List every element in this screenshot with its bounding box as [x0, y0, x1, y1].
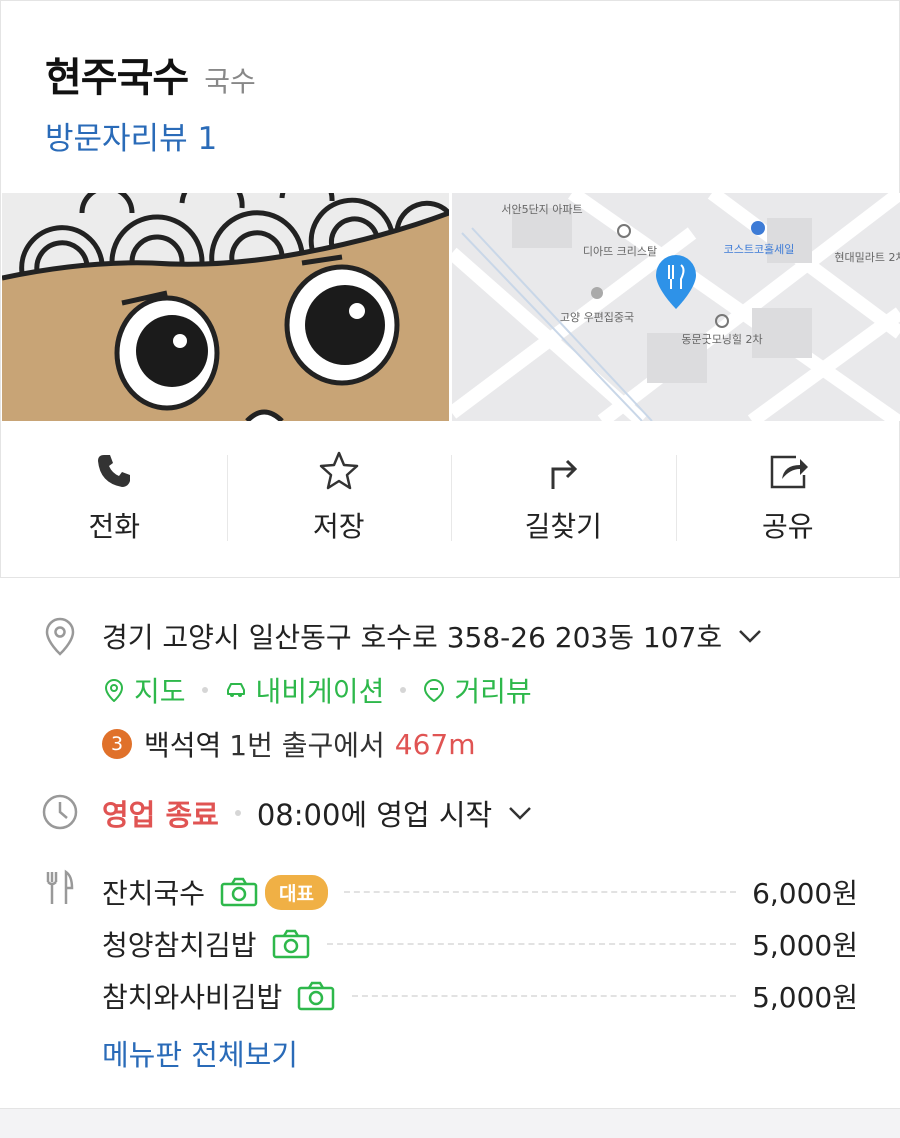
- subway-line-badge: 3: [102, 729, 132, 759]
- menu-name: 참치와사비김밥: [102, 981, 283, 1014]
- place-photo[interactable]: [2, 193, 449, 421]
- navigation-link-label: 내비게이션: [255, 675, 385, 708]
- menu-name: 잔치국수: [102, 877, 206, 910]
- location-pin-icon: [45, 617, 75, 656]
- menu-list: 잔치국수 대표 6,000원 청양참치김밥 5,000원 참치와사비김밥 5,0…: [102, 866, 858, 1022]
- utensils-icon: [46, 869, 74, 904]
- map-label: 코스트코홀세일: [724, 242, 795, 256]
- location-links: 지도 내비게이션 거리뷰: [102, 670, 532, 710]
- street-view-icon: [424, 678, 445, 702]
- dotted-leader: [326, 943, 737, 945]
- save-label: 저장: [312, 510, 365, 543]
- view-full-menu-link[interactable]: 메뉴판 전체보기: [102, 1032, 298, 1074]
- place-card: 현주국수 국수 방문자리뷰 1 서안5단지 아파트 디아뜨 크리스탈 코스트코홀…: [0, 0, 900, 578]
- map-label: 동문굿모닝힐 2차: [681, 333, 762, 346]
- station-exit: 1번 출구에서: [229, 729, 385, 762]
- photo-illustration: [2, 193, 449, 421]
- address-text: 경기 고양시 일산동구 호수로 358-26 203동 107호: [102, 621, 723, 654]
- pin-icon: [104, 678, 124, 702]
- map-label: 현대밀라트 2차: [834, 251, 900, 264]
- directions-icon: [551, 459, 578, 489]
- signature-badge: 대표: [265, 874, 329, 910]
- call-label: 전화: [88, 510, 141, 543]
- menu-item[interactable]: 잔치국수 대표 6,000원: [102, 866, 858, 918]
- map-link-label: 지도: [134, 675, 186, 708]
- phone-icon: [98, 455, 131, 487]
- share-label: 공유: [761, 510, 814, 543]
- camera-icon: [272, 929, 309, 959]
- bottom-divider: [0, 1108, 900, 1138]
- call-button[interactable]: 전화: [2, 421, 227, 578]
- separator-dot: [201, 687, 208, 693]
- map-link[interactable]: 지도: [102, 670, 186, 710]
- clock-icon: [42, 794, 78, 830]
- menu-name: 청양참치김밥: [102, 929, 257, 962]
- street-view-link-label: 거리뷰: [454, 675, 532, 708]
- map-label: 고양 우편집중국: [560, 311, 634, 324]
- title-row: 현주국수 국수: [45, 45, 256, 103]
- directions-label: 길찾기: [524, 510, 602, 543]
- menu-price: 6,000원: [752, 877, 858, 910]
- map-label: 서안5단지 아파트: [501, 203, 582, 216]
- station-distance: 467m: [394, 727, 476, 761]
- chevron-down-icon: [739, 630, 761, 643]
- menu-price: 5,000원: [752, 929, 858, 962]
- dotted-leader: [344, 891, 737, 893]
- map-poi-icon: [591, 287, 603, 299]
- business-status: 영업 종료: [102, 798, 219, 832]
- dotted-leader: [352, 995, 737, 997]
- business-hours[interactable]: 영업 종료 08:00에 영업 시작: [102, 792, 534, 834]
- media-row: 서안5단지 아파트 디아뜨 크리스탈 코스트코홀세일 현대밀라트 2차 고양 우…: [2, 193, 900, 421]
- map-poi-icon: [751, 221, 765, 235]
- action-bar: 전화 저장 길찾기 공유: [2, 421, 900, 578]
- share-icon: [770, 455, 808, 489]
- chevron-down-icon: [509, 807, 532, 820]
- nearest-station: 3 백석역 1번 출구에서 467m: [102, 724, 476, 764]
- map-graphic: 서안5단지 아파트 디아뜨 크리스탈 코스트코홀세일 현대밀라트 2차 고양 우…: [452, 193, 900, 421]
- save-button[interactable]: 저장: [226, 421, 452, 578]
- menu-price: 5,000원: [752, 981, 858, 1014]
- station-name: 백석역: [144, 729, 222, 762]
- menu-item[interactable]: 참치와사비김밥 5,000원: [102, 970, 858, 1022]
- place-name: 현주국수: [45, 55, 189, 101]
- map-label: 디아뜨 크리스탈: [583, 245, 657, 258]
- info-section: 경기 고양시 일산동구 호수로 358-26 203동 107호 지도 내비게이…: [0, 578, 900, 1108]
- street-view-link[interactable]: 거리뷰: [422, 670, 532, 710]
- place-category: 국수: [204, 65, 256, 98]
- directions-button[interactable]: 길찾기: [451, 421, 676, 578]
- camera-icon: [298, 981, 335, 1011]
- camera-icon: [220, 877, 258, 907]
- separator-dot: [234, 810, 241, 816]
- next-open-time: 08:00에 영업 시작: [256, 798, 493, 832]
- separator-dot: [400, 687, 407, 693]
- star-icon: [319, 451, 358, 490]
- share-button[interactable]: 공유: [675, 421, 900, 578]
- visitor-review-link[interactable]: 방문자리뷰 1: [45, 113, 217, 158]
- address[interactable]: 경기 고양시 일산동구 호수로 358-26 203동 107호: [102, 616, 764, 656]
- car-icon: [226, 683, 245, 697]
- menu-item[interactable]: 청양참치김밥 5,000원: [102, 918, 858, 970]
- navigation-link[interactable]: 내비게이션: [224, 670, 385, 710]
- map-thumbnail[interactable]: 서안5단지 아파트 디아뜨 크리스탈 코스트코홀세일 현대밀라트 2차 고양 우…: [452, 193, 900, 421]
